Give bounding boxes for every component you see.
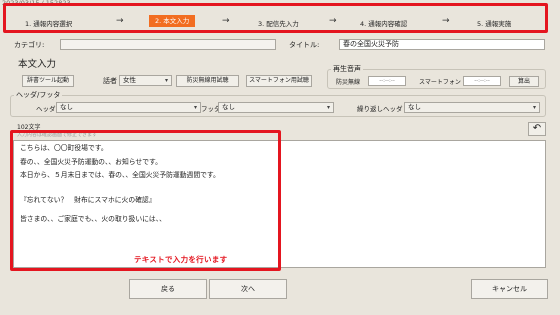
speaker-value: 女性 [123,76,136,84]
title-label: タイトル: [289,41,320,49]
step-3: 3. 配信先入力 [258,20,299,28]
speaker-label: 話者 [103,77,117,85]
step-5: 5. 通報実施 [477,20,512,28]
message-body-textarea[interactable]: こちらは、〇〇町役場です。 春の、、全国火災予防運動の、、お知らせです。 本日か… [13,140,546,268]
arrow-right-icon: → [442,16,450,26]
header-value: なし [60,103,73,111]
speaker-select[interactable]: 女性 ▾ [119,75,172,86]
step-2-active: 2. 本文入力 [149,15,196,27]
smartphone-preview-button[interactable]: スマートフォン用試聴 [246,75,312,87]
page-title: 本文入力 [18,59,57,70]
back-button[interactable]: 戻る [129,279,207,299]
chevron-down-icon: ▾ [532,104,536,111]
repeat-header-value: なし [408,103,421,111]
character-count: 102文字 [17,124,41,131]
arrow-right-icon: → [329,16,337,26]
smartphone-time-field: --:--:-- [463,76,501,86]
category-label: カテゴリ: [14,41,45,49]
chevron-down-icon: ▾ [326,104,330,111]
body-line: こちらは、〇〇町役場です。 [20,144,108,152]
body-line: 本日から、５月末日までは、春の、、全国火災予防運動週間です。 [20,171,220,179]
repeat-header-select[interactable]: なし ▾ [404,102,540,113]
instruction-note: テキストで入力を行います [134,255,228,264]
calculate-button[interactable]: 算出 [509,76,539,87]
step-1: 1. 通報内容選択 [25,20,73,28]
disaster-time-field: --:--:-- [368,76,406,86]
body-line: 春の、、全国火災予防運動の、、お知らせです。 [20,158,162,166]
chevron-down-icon: ▾ [164,77,168,84]
category-field [60,39,276,50]
smartphone-time-label: スマートフォン [419,79,461,86]
header-footer-title: ヘッダ/フッタ [14,90,63,100]
footer-select[interactable]: なし ▾ [218,102,334,113]
undo-button[interactable]: ↶ [528,122,546,136]
header-select[interactable]: なし ▾ [56,102,201,113]
undo-icon: ↶ [532,123,542,134]
step-4: 4. 通報内容確認 [360,20,408,28]
input-hint: 入力内容は確認画面で修正できます [17,132,98,138]
footer-value: なし [222,103,235,111]
next-button[interactable]: 次へ [209,279,287,299]
title-input[interactable]: 春の全国火災予防 [339,39,545,50]
step-progress-bar: 1. 通報内容選択 → 2. 本文入力 → 3. 配信先入力 → 4. 通報内容… [0,5,560,32]
repeat-header-label: 繰り返しヘッダ [357,105,403,113]
disaster-radio-preview-button[interactable]: 防災無線用試聴 [176,75,239,87]
cancel-button[interactable]: キャンセル [471,279,548,299]
arrow-right-icon: → [116,16,124,26]
body-line: 皆さまの、、ご家庭でも、、火の取り扱いには、、 [20,215,166,223]
chevron-down-icon: ▾ [193,104,197,111]
disaster-time-label: 防災無線 [336,79,361,86]
dictionary-tool-button[interactable]: 辞書ツール起動 [22,75,74,87]
playback-title: 再生音声 [331,64,363,74]
arrow-right-icon: → [222,16,230,26]
header-label: ヘッダ [36,105,56,113]
body-line: 『忘れてない？ 財布にスマホに火の確認』 [20,196,156,204]
